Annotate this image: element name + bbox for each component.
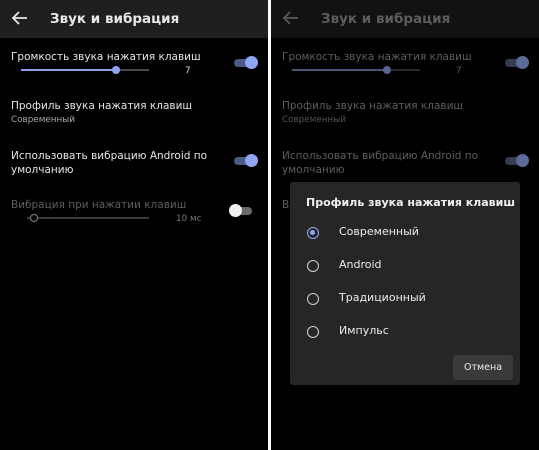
key-volume-value: 7 xyxy=(185,66,191,76)
app-bar: Звук и вибрация xyxy=(0,0,268,38)
android-vibration-label-line1: Использовать вибрацию Android по xyxy=(11,150,208,162)
page-title: Звук и вибрация xyxy=(321,11,451,27)
key-volume-slider[interactable] xyxy=(21,64,149,76)
android-vibration-label-line1: Использовать вибрацию Android по xyxy=(282,150,479,162)
radio-icon xyxy=(307,260,319,272)
option-label: Android xyxy=(339,258,382,271)
app-bar: Звук и вибрация xyxy=(271,0,539,38)
key-vibration-slider[interactable] xyxy=(27,212,149,224)
key-profile-dialog: Профиль звука нажатия клавиш Современный… xyxy=(290,182,520,385)
radio-selected-icon xyxy=(307,227,319,239)
option-traditional[interactable]: Традиционный xyxy=(290,286,520,312)
key-volume-label: Громкость звука нажатия клавиш xyxy=(282,51,472,63)
key-volume-toggle[interactable] xyxy=(505,56,529,69)
option-label: Современный xyxy=(339,225,419,238)
option-android[interactable]: Android xyxy=(290,253,520,279)
page-title: Звук и вибрация xyxy=(50,11,180,27)
option-label: Импульс xyxy=(339,324,389,337)
key-profile-label[interactable]: Профиль звука нажатия клавиш xyxy=(282,99,463,114)
key-volume-toggle[interactable] xyxy=(234,56,258,69)
android-vibration-label-line2: умолчанию xyxy=(11,164,74,176)
key-vibration-toggle[interactable] xyxy=(229,204,252,217)
radio-icon xyxy=(307,293,319,305)
key-vibration-label-partial: В xyxy=(282,199,290,211)
dialog-title: Профиль звука нажатия клавиш xyxy=(306,196,516,209)
key-volume-value: 7 xyxy=(456,66,462,76)
arrow-left-icon[interactable] xyxy=(10,8,30,28)
key-profile-value: Современный xyxy=(282,115,346,125)
key-vibration-label: Вибрация при нажатии клавиш xyxy=(11,199,187,211)
key-volume-label: Громкость звука нажатия клавиш xyxy=(11,51,201,63)
key-volume-slider[interactable] xyxy=(292,64,420,76)
settings-screen-left: Звук и вибрация Громкость звука нажатия … xyxy=(0,0,268,450)
key-profile-label[interactable]: Профиль звука нажатия клавиш xyxy=(11,99,192,114)
option-label: Традиционный xyxy=(339,291,426,304)
option-modern[interactable]: Современный xyxy=(290,220,520,246)
settings-screen-right: Звук и вибрация Громкость звука нажатия … xyxy=(271,0,539,450)
android-vibration-toggle[interactable] xyxy=(505,154,529,167)
android-vibration-toggle[interactable] xyxy=(234,154,258,167)
android-vibration-label-line2: умолчанию xyxy=(282,164,345,176)
key-profile-value: Современный xyxy=(11,115,75,125)
key-vibration-value: 10 мс xyxy=(176,214,202,224)
option-pulse[interactable]: Импульс xyxy=(290,319,520,345)
radio-icon xyxy=(307,326,319,338)
arrow-left-icon[interactable] xyxy=(281,8,301,28)
cancel-button[interactable]: Отмена xyxy=(453,355,513,380)
